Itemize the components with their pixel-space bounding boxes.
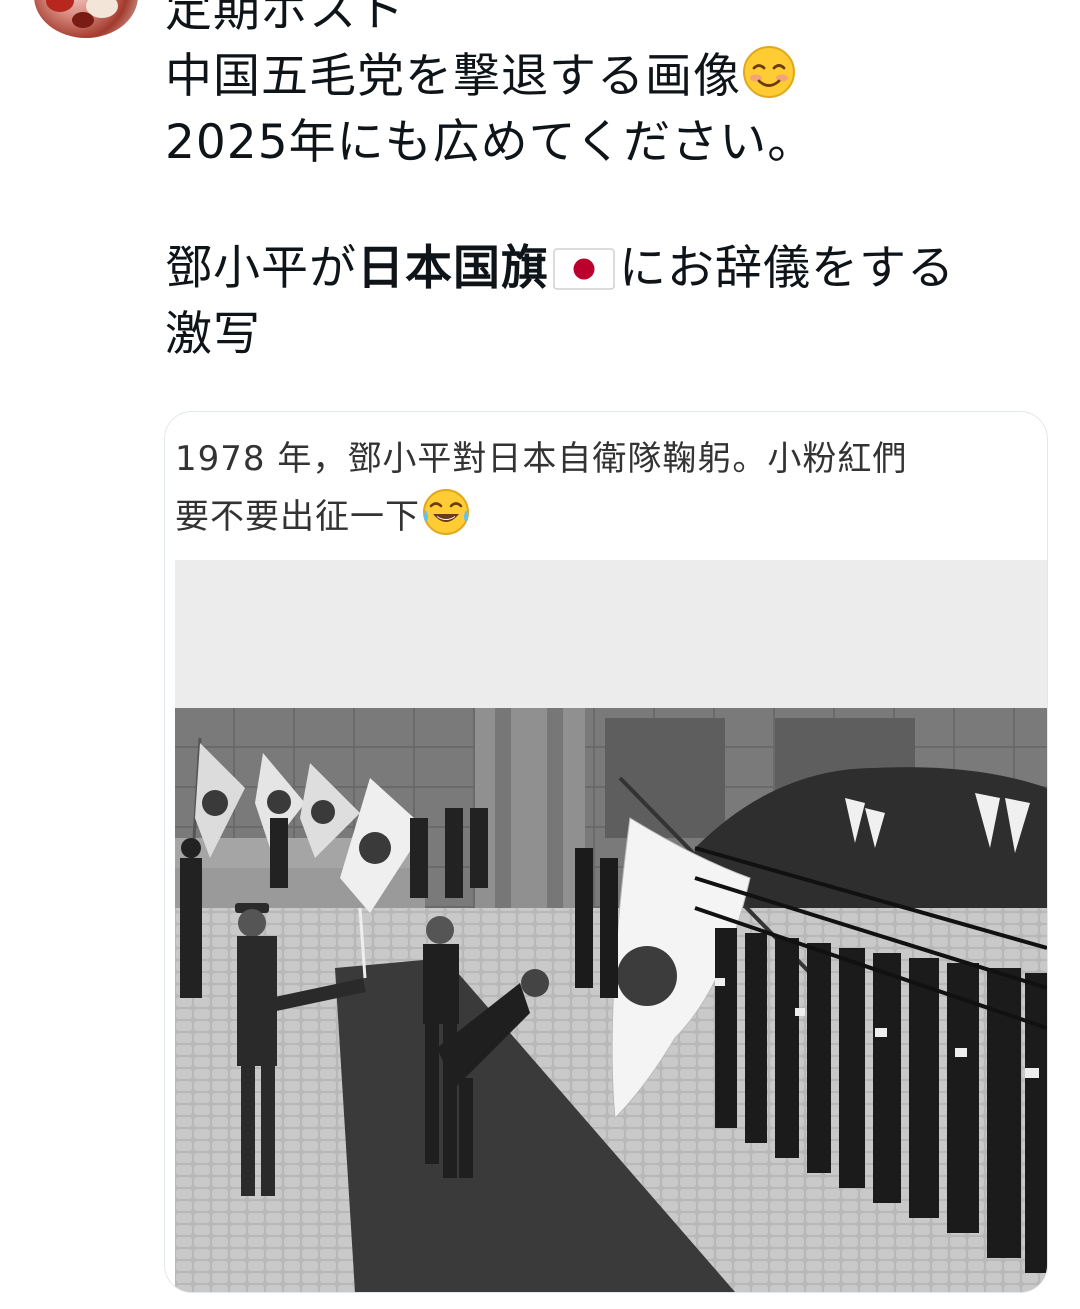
japan-flag-icon xyxy=(553,242,615,290)
avatar-detail xyxy=(46,0,74,12)
post-line-2: 中国五毛党を撃退する画像 xyxy=(165,44,1065,110)
image-caption: 1978 年，鄧小平對日本自衛隊鞠躬。小粉紅們 要不要出征一下 xyxy=(175,432,1035,544)
post-body: 定期ポスト 中国五毛党を撃退する画像 2025年にも広めてください。 鄧小平が日… xyxy=(165,0,1065,368)
avatar-detail xyxy=(72,12,94,28)
ceremony-photo[interactable] xyxy=(175,708,1047,1292)
post-line-2-text: 中国五毛党を撃退する画像 xyxy=(165,49,741,104)
post-line-4-text-a: 鄧小平が xyxy=(165,241,357,296)
post-line-3: 2025年にも広めてください。 xyxy=(165,115,816,170)
quoted-image-card[interactable]: 1978 年，鄧小平對日本自衛隊鞠躬。小粉紅們 要不要出征一下 xyxy=(164,411,1048,1293)
post-line-4-bold: 日本国旗 xyxy=(357,241,549,296)
post-line-5: 激写 xyxy=(165,307,261,362)
image-padding xyxy=(175,560,1047,708)
post-line-4-text-b: にお辞儀をする xyxy=(619,241,955,296)
tears-of-joy-icon xyxy=(420,486,472,538)
image-caption-line-2-text: 要不要出征一下 xyxy=(175,497,420,537)
image-caption-line-1: 1978 年，鄧小平對日本自衛隊鞠躬。小粉紅們 xyxy=(175,439,908,479)
avatar[interactable] xyxy=(34,0,138,38)
smiling-face-icon xyxy=(741,44,797,100)
post-line-4: 鄧小平が日本国旗 にお辞儀をする xyxy=(165,236,1065,302)
post-line-1: 定期ポスト xyxy=(165,0,405,38)
image-caption-line-2: 要不要出征一下 xyxy=(175,486,1035,544)
